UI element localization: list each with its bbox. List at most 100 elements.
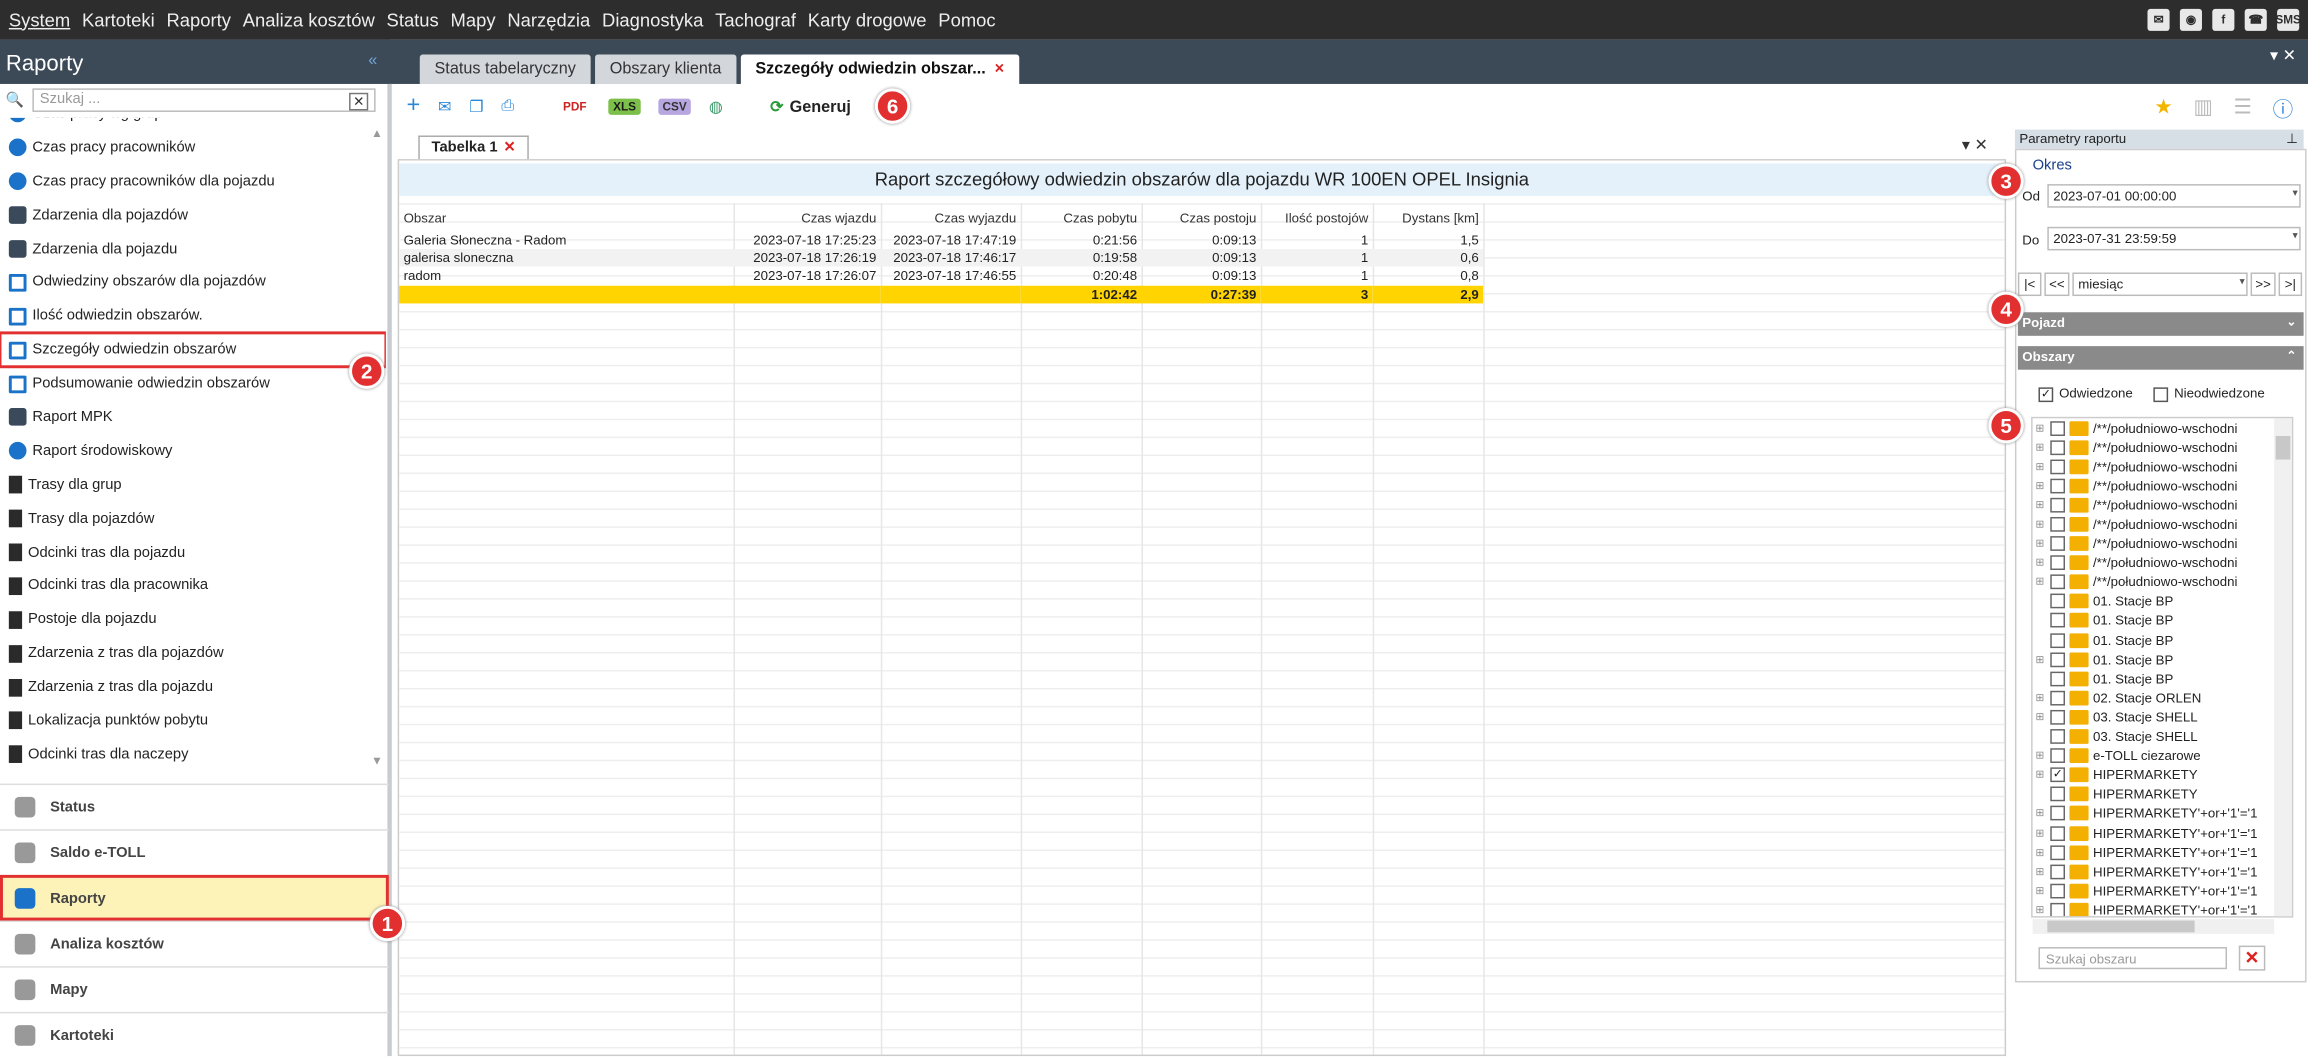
area-checkbox[interactable]	[2050, 594, 2066, 609]
area-checkbox[interactable]	[2050, 420, 2066, 436]
area-checkbox[interactable]	[2050, 574, 2066, 590]
expand-node-icon[interactable]: ⊞	[2036, 769, 2051, 781]
collapse-sidebar-icon[interactable]: «	[368, 52, 377, 70]
area-checkbox[interactable]	[2050, 517, 2066, 532]
report-item[interactable]: Szczegóły odwiedzin obszarów	[0, 331, 386, 369]
area-tree-item[interactable]: ⊞ HIPERMARKETY'+or+'1'='1	[2033, 862, 2292, 881]
copy-icon[interactable]: ❐	[469, 96, 484, 116]
nav-kartoteki[interactable]: Kartoteki	[0, 1011, 389, 1058]
report-item[interactable]: Odcinki tras dla naczepy	[0, 738, 386, 772]
scroll-up-icon[interactable]: ▲	[371, 127, 383, 140]
area-tree-item[interactable]: ⊞ /**/południowo-wschodni	[2033, 418, 2292, 437]
area-checkbox[interactable]: ✓	[2050, 767, 2066, 783]
expand-node-icon[interactable]: ⊞	[2036, 846, 2051, 858]
menu-narzedzia[interactable]: Narzędzia	[501, 10, 596, 31]
area-checkbox[interactable]	[2050, 806, 2066, 822]
info-icon[interactable]: ⓘ	[2273, 94, 2294, 123]
area-checkbox[interactable]	[2050, 632, 2066, 648]
menu-tachograf[interactable]: Tachograf	[709, 10, 802, 31]
table-row[interactable]: Galeria Słoneczna - Radom 2023-07-18 17:2…	[399, 231, 1483, 249]
area-checkbox[interactable]	[2050, 729, 2066, 744]
expand-node-icon[interactable]: ⊞	[2036, 653, 2051, 665]
close-tab-icon[interactable]: ×	[995, 60, 1004, 78]
mail-alert-icon[interactable]: ✉	[2147, 8, 2170, 31]
expand-node-icon[interactable]: ⊞	[2036, 750, 2051, 761]
print-icon[interactable]: ⎙	[501, 96, 514, 115]
col-czas-wyjazdu[interactable]: Czas wyjazdu	[881, 203, 1021, 231]
search-input[interactable]: Szukaj ...	[32, 88, 376, 112]
area-checkbox[interactable]	[2050, 709, 2066, 725]
report-item[interactable]: Zdarzenia dla pojazdów	[0, 198, 386, 232]
area-tree-item[interactable]: ⊞ HIPERMARKETY'+or+'1'='1	[2033, 843, 2292, 862]
clear-area-search-button[interactable]: ✕	[2238, 945, 2266, 971]
tab-status-tabelaryczny[interactable]: Status tabelaryczny	[419, 54, 591, 84]
dropdown-icon[interactable]: ▾	[2293, 230, 2298, 241]
web-export-icon[interactable]: ◍	[709, 96, 723, 116]
tab-tabelka-1[interactable]: Tabelka 1 ✕	[418, 135, 530, 161]
area-tree-item[interactable]: ⊞ /**/południowo-wschodni	[2033, 476, 2292, 495]
menu-karty-drogowe[interactable]: Karty drogowe	[802, 10, 933, 31]
area-tree-item[interactable]: ⊞ /**/południowo-wschodni	[2033, 495, 2292, 514]
col-dystans[interactable]: Dystans [km]	[1373, 203, 1483, 231]
menu-analiza-kosztow[interactable]: Analiza kosztów	[237, 10, 381, 31]
area-checkbox[interactable]	[2050, 883, 2066, 899]
clear-search-icon[interactable]: ✕	[349, 92, 369, 111]
expand-node-icon[interactable]: ⊞	[2036, 499, 2051, 511]
area-tree-item[interactable]: ⊞ /**/południowo-wschodni	[2033, 438, 2292, 457]
menu-diagnostyka[interactable]: Diagnostyka	[596, 10, 709, 31]
report-item[interactable]: Odcinki tras dla pracownika	[0, 569, 386, 603]
area-tree-item[interactable]: ⊞ e-TOLL ciezarowe	[2033, 746, 2292, 765]
area-tree-item[interactable]: 01. Stacje BP	[2033, 611, 2292, 630]
dropdown-icon[interactable]: ▾	[2293, 187, 2298, 199]
report-item[interactable]: Czas pracy pracowników dla pojazdu	[0, 165, 386, 199]
area-tree-item[interactable]: ⊞ /**/południowo-wschodni	[2033, 515, 2292, 534]
area-checkbox[interactable]	[2050, 690, 2066, 706]
scroll-down-icon[interactable]: ▼	[371, 754, 383, 767]
expand-node-icon[interactable]: ⊞	[2036, 461, 2051, 472]
area-tree-item[interactable]: ⊞ /**/południowo-wschodni	[2033, 553, 2292, 572]
report-item[interactable]: Odcinki tras dla pojazdu	[0, 536, 386, 570]
obszary-section[interactable]: Obszary ⌃	[2017, 346, 2304, 370]
area-checkbox[interactable]	[2050, 902, 2066, 917]
menu-pomoc[interactable]: Pomoc	[932, 10, 1001, 31]
dropdown-icon[interactable]: ▾	[2240, 275, 2245, 287]
area-checkbox[interactable]	[2050, 825, 2066, 841]
col-obszar[interactable]: Obszar	[399, 203, 733, 231]
expand-node-icon[interactable]: ⊞	[2036, 827, 2051, 839]
area-tree-item[interactable]: ⊞ ✓ HIPERMARKETY	[2033, 765, 2292, 784]
tachograph-icon[interactable]: ◉	[2179, 8, 2202, 31]
chart-icon[interactable]: ▥	[2193, 94, 2212, 123]
report-item[interactable]: Ilość odwiedzin obszarów.	[0, 300, 386, 334]
phone-icon[interactable]: ☎	[2244, 8, 2267, 31]
area-checkbox[interactable]	[2050, 844, 2066, 860]
report-item[interactable]: Postoje dla pojazdu	[0, 603, 386, 637]
area-tree-item[interactable]: HIPERMARKETY	[2033, 785, 2292, 804]
report-item[interactable]: Raport MPK	[0, 401, 386, 435]
menu-status[interactable]: Status	[381, 10, 445, 31]
area-tree-item[interactable]: ⊞ /**/południowo-wschodni	[2033, 534, 2292, 553]
report-item[interactable]: Zdarzenia z tras dla pojazdów	[0, 637, 386, 671]
report-item[interactable]: Czas pracy wg grup	[0, 117, 386, 131]
area-tree-item[interactable]: ⊞ HIPERMARKETY'+or+'1'='1	[2033, 881, 2292, 900]
area-tree-item[interactable]: ⊞ 01. Stacje BP	[2033, 650, 2292, 669]
expand-node-icon[interactable]: ⊞	[2036, 576, 2051, 588]
area-checkbox[interactable]	[2050, 652, 2066, 667]
expand-node-icon[interactable]: ⊞	[2036, 885, 2051, 896]
area-checkbox[interactable]	[2050, 497, 2066, 513]
tree-scrollbar[interactable]	[2274, 418, 2292, 917]
expand-node-icon[interactable]: ⊞	[2036, 866, 2051, 877]
table-row[interactable]: radom 2023-07-18 17:26:07 2023-07-18 17:46…	[399, 267, 1483, 285]
area-checkbox[interactable]	[2050, 459, 2066, 474]
tree-hscrollbar[interactable]	[2032, 919, 2275, 934]
period-first-button[interactable]: |<	[2017, 272, 2042, 297]
area-checkbox[interactable]	[2050, 864, 2066, 879]
pojazd-section[interactable]: Pojazd ⌄	[2017, 312, 2304, 336]
report-item[interactable]: Zdarzenia dla pojazdu	[0, 232, 386, 266]
report-item[interactable]: Czas pracy pracowników	[0, 131, 386, 165]
generate-button[interactable]: ⟳ Generuj	[770, 96, 851, 116]
area-tree-item[interactable]: ⊞ 03. Stacje SHELL	[2033, 708, 2292, 727]
odwiedzone-checkbox[interactable]: ✓ Odwiedzone	[2038, 386, 2133, 402]
report-item[interactable]: Trasy dla pojazdów	[0, 502, 386, 536]
report-item[interactable]: Podsumowanie odwiedzin obszarów	[0, 367, 386, 401]
col-czas-pobytu[interactable]: Czas pobytu	[1021, 203, 1142, 231]
